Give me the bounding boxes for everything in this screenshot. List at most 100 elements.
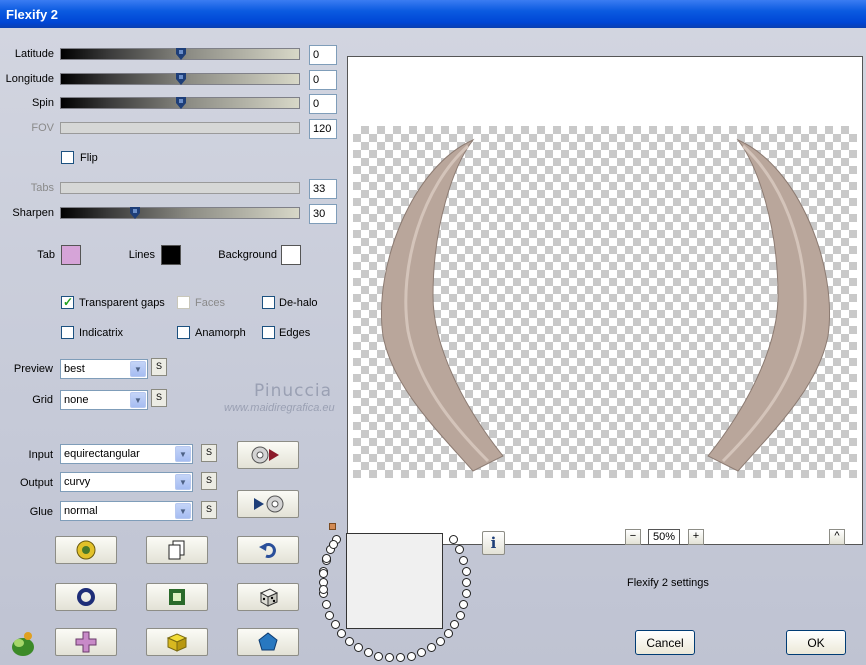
tab-color-label: Tab — [37, 249, 55, 261]
glue-select-label: Glue — [29, 506, 53, 518]
sharpen-value[interactable]: 30 — [309, 204, 337, 224]
glue-value: normal — [64, 505, 98, 517]
output-save-button[interactable]: S — [201, 472, 217, 490]
spin-slider[interactable] — [60, 97, 300, 109]
dial-dot[interactable] — [345, 636, 355, 646]
latitude-thumb[interactable] — [176, 48, 186, 60]
chevron-down-icon[interactable]: ▼ — [175, 503, 191, 519]
edges-label: Edges — [279, 327, 311, 339]
logo-icon — [8, 628, 38, 658]
watermark-name: Pinuccia — [254, 381, 332, 401]
output-projection-value: curvy — [64, 476, 91, 488]
load-settings-button[interactable] — [237, 441, 299, 469]
info-button[interactable]: i — [482, 531, 505, 555]
transparent-gaps-checkbox[interactable]: ✓ — [61, 295, 74, 309]
zoom-out-button[interactable]: − — [625, 529, 641, 545]
lines-color-swatch[interactable] — [161, 245, 181, 265]
dial-dot[interactable] — [443, 629, 453, 639]
grid-save-button[interactable]: S — [151, 389, 167, 407]
dialog-client: Latitude 0 Longitude 0 Spin 0 FOV 120 Fl… — [0, 28, 866, 665]
dial-dot[interactable] — [459, 555, 469, 565]
dial-dot[interactable] — [455, 610, 465, 620]
dial-dot[interactable] — [330, 620, 340, 630]
randomize-button[interactable] — [55, 536, 117, 564]
cross-shape-button[interactable] — [55, 628, 117, 656]
tab-color-swatch[interactable] — [61, 245, 81, 265]
chevron-down-icon[interactable]: ▼ — [130, 392, 146, 408]
edges-checkbox[interactable] — [262, 326, 275, 339]
longitude-value[interactable]: 0 — [309, 70, 337, 90]
dehalo-checkbox[interactable] — [262, 296, 275, 309]
longitude-thumb[interactable] — [176, 73, 186, 85]
sharpen-slider[interactable] — [60, 207, 300, 219]
disc-arrow-icon — [251, 446, 279, 464]
dial-dot[interactable] — [385, 653, 395, 663]
preview-canvas[interactable] — [347, 56, 863, 545]
dial-dot[interactable] — [461, 566, 471, 576]
sharpen-thumb[interactable] — [130, 207, 140, 219]
chevron-down-icon[interactable]: ▼ — [130, 361, 146, 377]
dial-dot[interactable] — [461, 589, 471, 599]
dial-dot[interactable] — [318, 585, 328, 595]
tabs-label: Tabs — [30, 182, 54, 194]
output-projection-select[interactable]: curvy ▼ — [60, 472, 193, 492]
dial-dot[interactable] — [364, 648, 374, 658]
dial-dot[interactable] — [321, 600, 331, 610]
ok-button[interactable]: OK — [786, 630, 846, 655]
dial-dot[interactable] — [325, 610, 335, 620]
dial-dot[interactable] — [319, 569, 329, 579]
dial-dot[interactable] — [374, 651, 384, 661]
preview-quality-select[interactable]: best ▼ — [60, 359, 148, 379]
fov-value: 120 — [309, 119, 337, 139]
preview-select-label: Preview — [13, 363, 53, 375]
window-title: Flexify 2 — [6, 7, 59, 22]
spin-thumb[interactable] — [176, 97, 186, 109]
dial-dot[interactable] — [435, 636, 445, 646]
zoom-level[interactable]: 50% — [648, 529, 680, 545]
latitude-slider[interactable] — [60, 48, 300, 60]
scroll-up-button[interactable]: ^ — [829, 529, 845, 545]
preview-save-button[interactable]: S — [151, 358, 167, 376]
longitude-slider[interactable] — [60, 73, 300, 85]
dial-dot[interactable] — [455, 545, 464, 555]
background-color-swatch[interactable] — [281, 245, 301, 265]
dial-dot[interactable] — [426, 643, 436, 653]
dial-dot[interactable] — [354, 643, 364, 653]
chevron-down-icon[interactable]: ▼ — [175, 474, 191, 490]
dial-dot[interactable] — [337, 629, 347, 639]
undo-icon — [259, 543, 276, 558]
indicatrix-checkbox[interactable] — [61, 326, 74, 339]
dice-button[interactable] — [237, 583, 299, 611]
glue-select[interactable]: normal ▼ — [60, 501, 193, 521]
input-save-button[interactable]: S — [201, 444, 217, 462]
input-projection-select[interactable]: equirectangular ▼ — [60, 444, 193, 464]
dial-dot[interactable] — [416, 648, 426, 658]
dial-dot[interactable] — [462, 577, 472, 587]
copy-button[interactable] — [146, 536, 208, 564]
dial-dot[interactable] — [328, 539, 338, 549]
cancel-button[interactable]: Cancel — [635, 630, 695, 655]
save-settings-button[interactable] — [237, 490, 299, 518]
dial-dot[interactable] — [450, 620, 460, 630]
spin-value[interactable]: 0 — [309, 94, 337, 114]
cube-shape-button[interactable] — [146, 628, 208, 656]
chevron-down-icon[interactable]: ▼ — [175, 446, 191, 462]
input-projection-value: equirectangular — [64, 448, 140, 460]
dial-dot[interactable] — [459, 600, 469, 610]
pentagon-shape-button[interactable] — [237, 628, 299, 656]
grid-select[interactable]: none ▼ — [60, 390, 148, 410]
flip-checkbox[interactable] — [61, 151, 74, 164]
circle-shape-button[interactable] — [55, 583, 117, 611]
zoom-in-button[interactable]: + — [688, 529, 704, 545]
glue-save-button[interactable]: S — [201, 501, 217, 519]
tabs-slider — [60, 182, 300, 194]
latitude-value[interactable]: 0 — [309, 45, 337, 65]
dial-dot[interactable] — [395, 653, 405, 663]
ring-icon — [77, 588, 95, 606]
sharpen-label: Sharpen — [12, 207, 54, 219]
undo-button[interactable] — [237, 536, 299, 564]
anamorph-checkbox[interactable] — [177, 326, 190, 339]
dial-dot[interactable] — [406, 651, 416, 661]
square-shape-button[interactable] — [146, 583, 208, 611]
dial-handle[interactable] — [329, 523, 336, 530]
